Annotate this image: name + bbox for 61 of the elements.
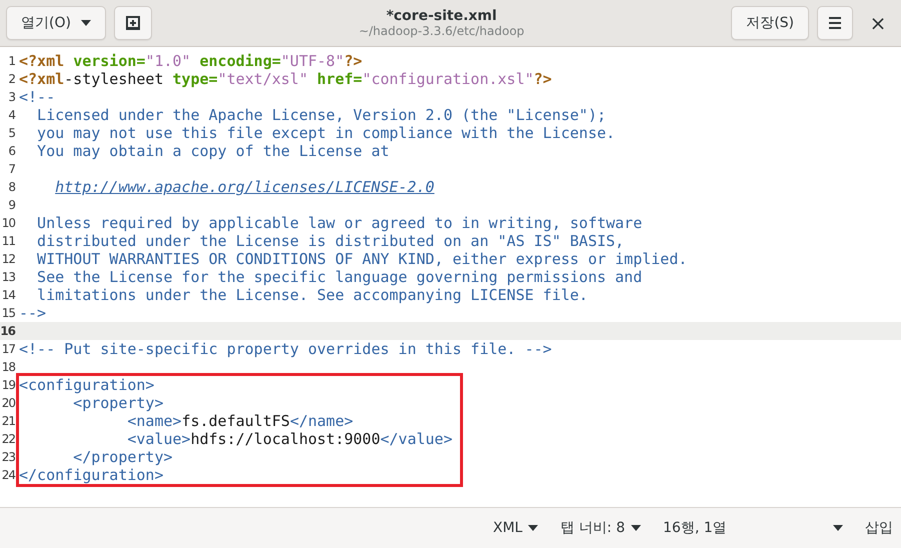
code-line: you may not use this file except in compliance with the License. (36, 124, 616, 142)
line-number: 5 (7, 126, 15, 140)
line-number: 4 (7, 108, 15, 122)
line-number: 23 (0, 450, 15, 464)
code-line: <!-- Put site-specific property overrides in this file. --> (18, 340, 552, 358)
code-line: <?xml version="1.0" encoding="UTF-8"?> (18, 52, 362, 70)
line-number: 10 (0, 216, 15, 230)
line-number: 17 (0, 342, 15, 356)
caret-icon (528, 525, 538, 531)
new-document-icon (124, 15, 141, 31)
line-number: 1 (7, 54, 15, 68)
line-number: 20 (0, 396, 15, 410)
cursor-position-selector[interactable]: 16행, 1열 (663, 519, 843, 537)
language-selector[interactable]: XML (492, 520, 538, 536)
line-number: 22 (0, 432, 15, 446)
code-line: <value>hdfs://localhost:9000</value> (126, 430, 452, 448)
caret-icon (80, 20, 91, 26)
code-line: <property> (72, 394, 164, 412)
open-button[interactable]: 열기(O) (6, 6, 106, 40)
line-number: 24 (0, 468, 15, 482)
code-line: See the License for the specific language governing permissions and (36, 268, 642, 286)
code-line: <name>fs.defaultFS</name> (126, 412, 354, 430)
line-number: 16 (0, 324, 15, 338)
line-number: 12 (0, 252, 15, 266)
code-line: <?xml-stylesheet type="text/xsl" href="configuration.xsl"?> (18, 70, 552, 88)
code-line: http://www.apache.org/licenses/LICENSE-2.0 (54, 178, 434, 196)
window-title: *core-site.xml (386, 8, 497, 24)
code-line: <configuration> (18, 376, 154, 394)
code-line: </configuration> (18, 466, 164, 484)
code-line: </property> (72, 448, 173, 466)
line-number: 9 (7, 198, 15, 212)
line-number: 2 (7, 72, 15, 86)
line-number: 13 (0, 270, 15, 284)
code-line: limitations under the License. See accompanying LICENSE file. (36, 286, 588, 304)
close-button[interactable]: × (861, 6, 895, 40)
code-line: <!-- (18, 88, 56, 106)
line-number: 3 (7, 90, 15, 104)
caret-icon (833, 525, 843, 531)
code-line: WITHOUT WARRANTIES OR CONDITIONS OF ANY KIND, either express or implied. (36, 250, 688, 268)
code-line: Unless required by applicable law or agreed to in writing, software (36, 214, 642, 232)
file-path: ~/hadoop-3.3.6/etc/hadoop (358, 24, 524, 38)
code-line: You may obtain a copy of the License at (36, 142, 390, 160)
save-button[interactable]: 저장(S) (731, 6, 809, 40)
code-line: distributed under the License is distributed on an "AS IS" BASIS, (36, 232, 624, 250)
line-number: 18 (0, 360, 15, 374)
tab-width-selector[interactable]: 탭 너비: 8 (560, 519, 641, 537)
line-number: 14 (0, 288, 15, 302)
line-number: 19 (0, 378, 15, 392)
line-number: 15 (0, 306, 15, 320)
insert-mode: 삽입 (865, 519, 893, 537)
line-number: 11 (0, 234, 15, 248)
new-tab-button[interactable] (114, 6, 152, 40)
caret-icon (631, 525, 641, 531)
line-number: 6 (7, 144, 15, 158)
line-number: 21 (0, 414, 15, 428)
line-number: 8 (7, 180, 15, 194)
menu-icon (828, 17, 842, 29)
line-number: 7 (7, 162, 15, 176)
menu-button[interactable] (817, 6, 853, 40)
code-line: --> (18, 304, 46, 322)
code-line: Licensed under the Apache License, Version 2.0 (the "License"); (36, 106, 606, 124)
